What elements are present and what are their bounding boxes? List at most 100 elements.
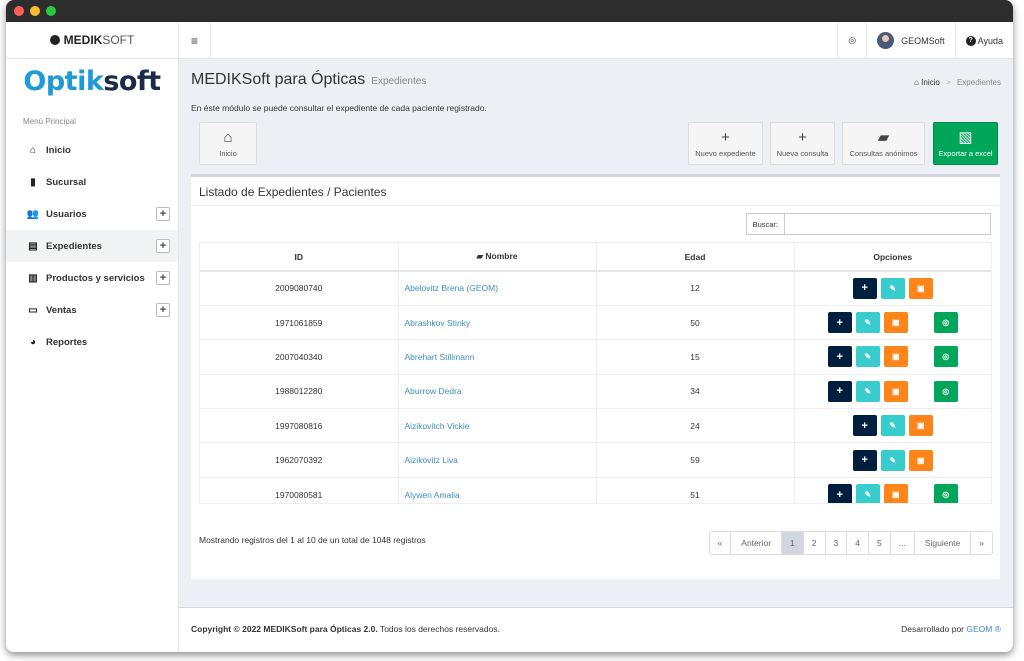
add-consult-button[interactable]: + <box>852 415 877 437</box>
cell-opciones: + ✎ ▣ <box>794 271 991 306</box>
delete-button[interactable]: ▣ <box>883 484 908 503</box>
edit-button[interactable]: ✎ <box>880 415 905 437</box>
sidebar-item-reportes[interactable]: ◕ Reportes <box>6 326 178 358</box>
menu-heading: Menú Principal <box>23 117 76 126</box>
sidebar-item-label: Expedientes <box>46 240 102 252</box>
add-consult-button[interactable]: + <box>852 449 877 471</box>
footer-dev-link[interactable]: GEOM ® <box>966 624 1001 634</box>
edit-button[interactable]: ✎ <box>855 312 880 334</box>
brand[interactable]: MEDIK SOFT <box>6 22 178 59</box>
cell-nombre-link[interactable]: Aizikovitz Liva <box>398 442 597 478</box>
sidebar-item-label: Sucursal <box>46 176 87 188</box>
delete-button[interactable]: ▣ <box>883 312 908 334</box>
add-consult-button[interactable]: + <box>827 346 852 368</box>
cell-edad: 34 <box>596 374 795 410</box>
export-excel-button[interactable]: ▧ Exportar a excel <box>933 122 998 165</box>
delete-button[interactable]: ▣ <box>908 277 933 299</box>
page-button[interactable]: 3 <box>825 532 848 554</box>
brand-light: SOFT <box>102 33 135 47</box>
column-header-edad[interactable]: Edad <box>596 243 795 272</box>
cell-nombre-link[interactable]: Abrehart Stillmann <box>398 339 597 375</box>
column-header-id[interactable]: ID <box>200 243 399 272</box>
sidebar-item-sucursal[interactable]: ▮ Sucursal <box>6 166 178 198</box>
help-label: Ayuda <box>977 35 1003 46</box>
minimize-window-button[interactable] <box>30 6 40 16</box>
inicio-button[interactable]: ⌂ Inicio <box>199 122 257 165</box>
card-icon: ▭ <box>28 304 38 316</box>
sidebar-item-usuarios[interactable]: 👥 Usuarios + <box>6 198 178 230</box>
sidebar-item-ventas[interactable]: ▭ Ventas + <box>6 294 178 326</box>
delete-button[interactable]: ▣ <box>908 449 933 471</box>
page-button[interactable]: 1 <box>782 532 804 554</box>
export-excel-label: Exportar a excel <box>938 148 993 158</box>
cell-nombre-link[interactable]: Abrashkov Stinky <box>398 305 597 341</box>
close-window-button[interactable] <box>14 6 24 16</box>
help-link[interactable]: ? Ayuda <box>954 22 1013 59</box>
expand-icon[interactable]: + <box>156 271 170 285</box>
cell-opciones: + ✎ ▣ ◎ <box>794 305 991 341</box>
delete-button[interactable]: ▣ <box>883 380 908 402</box>
home-icon: ⌂ <box>223 128 233 146</box>
page-subtitle: Expedientes <box>371 76 427 87</box>
last-page-button[interactable]: » <box>971 532 992 554</box>
page-button[interactable]: 4 <box>847 532 869 554</box>
add-consult-button[interactable]: + <box>827 312 852 334</box>
records-info: Mostrando registros del 1 al 10 de un to… <box>199 535 426 545</box>
sidebar-item-productos-y-servicios[interactable]: ▥ Productos y servicios + <box>6 262 178 294</box>
edit-button[interactable]: ✎ <box>880 449 905 471</box>
row-actions: + ✎ ▣ ◎ <box>827 484 958 503</box>
expand-icon[interactable]: + <box>156 239 170 253</box>
cell-nombre-link[interactable]: Abelovitz Brena (GEOM) <box>398 271 597 306</box>
piechart-icon: ◕ <box>29 336 37 348</box>
home-icon: ⌂ <box>914 78 919 87</box>
footer-copyright: Copyright © 2022 MEDIKSoft para Ópticas … <box>191 624 500 634</box>
page-button[interactable]: ... <box>890 532 915 554</box>
add-consult-button[interactable]: + <box>827 484 852 503</box>
users-icon: 👥 <box>26 208 40 220</box>
edit-button[interactable]: ✎ <box>855 484 880 503</box>
whatsapp-button[interactable]: ◎ <box>933 380 958 402</box>
page-button[interactable]: 2 <box>803 532 826 554</box>
cell-id: 1988012280 <box>200 374 399 410</box>
first-page-button[interactable]: « <box>709 532 732 554</box>
delete-button[interactable]: ▣ <box>883 346 908 368</box>
expand-icon[interactable]: + <box>156 303 170 317</box>
footer-copyright-prefix: Copyright © 2022 <box>191 624 262 634</box>
menu-toggle-icon[interactable]: ≡ <box>179 22 211 59</box>
cell-nombre-link[interactable]: Alywen Amalia <box>398 477 597 503</box>
inicio-label: Inicio <box>219 148 237 158</box>
delete-button[interactable]: ▣ <box>908 415 933 437</box>
zoom-window-button[interactable] <box>46 6 56 16</box>
add-consult-button[interactable]: + <box>827 380 852 402</box>
row-actions: + ✎ ▣ <box>852 415 933 437</box>
anonymous-consults-button[interactable]: ▰ Consultas anónimos <box>842 122 925 165</box>
panel-title: Listado de Expedientes / Pacientes <box>199 185 387 199</box>
whatsapp-button[interactable]: ◎ <box>933 312 958 334</box>
user-menu[interactable]: GEOMSoft <box>866 22 955 59</box>
page-button[interactable]: 5 <box>868 532 891 554</box>
whatsapp-button[interactable]: ◎ <box>933 484 958 503</box>
whatsapp-icon[interactable]: ◎ <box>837 22 866 59</box>
records-table-wrapper[interactable]: ID ▰ Nombre Edad Opciones 2009080740 Abel… <box>199 242 992 504</box>
cell-nombre-link[interactable]: Aizikovitch Vickie <box>398 408 597 444</box>
edit-button[interactable]: ✎ <box>880 277 905 299</box>
new-record-button[interactable]: + Nuevo expediente <box>688 122 763 165</box>
next-page-button[interactable]: Siguiente <box>914 532 972 554</box>
expand-icon[interactable]: + <box>156 207 170 221</box>
new-consult-button[interactable]: + Nueva consulta <box>770 122 835 165</box>
search-input[interactable] <box>785 214 990 234</box>
footer-dev-prefix: Desarrollado por <box>901 624 965 634</box>
edit-button[interactable]: ✎ <box>855 346 880 368</box>
records-table: ID ▰ Nombre Edad Opciones 2009080740 Abel… <box>200 243 991 503</box>
edit-button[interactable]: ✎ <box>855 380 880 402</box>
sidebar-item-expedientes[interactable]: ▤ Expedientes + <box>6 230 178 262</box>
sidebar-item-inicio[interactable]: ⌂ Inicio <box>6 134 178 166</box>
add-consult-button[interactable]: + <box>852 277 877 299</box>
column-header-nombre[interactable]: ▰ Nombre <box>398 243 597 272</box>
cell-nombre-link[interactable]: Aburrow Dedra <box>398 374 597 410</box>
previous-page-button[interactable]: Anterior <box>731 532 783 554</box>
cell-id: 1997080816 <box>200 408 399 444</box>
row-actions: + ✎ ▣ <box>852 449 933 471</box>
breadcrumb-home[interactable]: Inicio <box>921 78 940 87</box>
whatsapp-button[interactable]: ◎ <box>933 346 958 368</box>
